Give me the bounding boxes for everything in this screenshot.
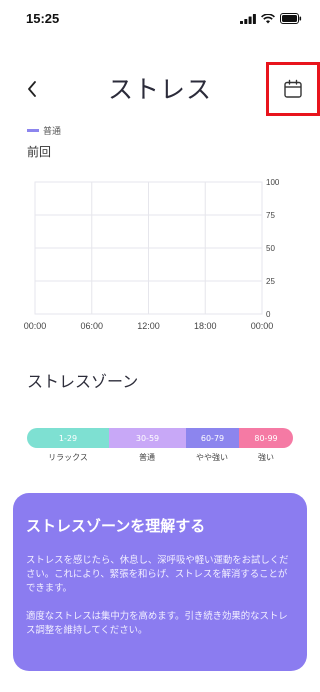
info-card-paragraph-1: ストレスを感じたら、休息し、深呼吸や軽い運動をお試しください。これにより、緊張を… <box>26 555 289 594</box>
status-time: 15:25 <box>26 11 60 26</box>
zone-segment-normal: 30-59 <box>109 428 186 448</box>
calendar-icon <box>284 79 302 98</box>
calendar-button[interactable] <box>266 62 320 116</box>
zone-range-relax: 1-29 <box>58 433 78 443</box>
legend-swatch <box>27 129 39 132</box>
info-card: ストレスゾーンを理解する ストレスを感じたら、休息し、深呼吸や軽い運動をお試しく… <box>13 493 307 671</box>
zone-segment-slightly-high: 60-79 <box>186 428 239 448</box>
chart-y-tick-label: 0 <box>266 310 271 319</box>
chart-legend: 普通 <box>27 124 61 137</box>
zone-range-normal: 30-59 <box>135 433 160 443</box>
chart-x-tick-label: 00:00 <box>24 321 47 331</box>
chart-y-tick-label: 25 <box>266 277 275 286</box>
zone-label-slightly-high: やや強い <box>196 453 228 462</box>
stress-chart: 00:00 06:00 12:00 18:00 00:00 100 75 50 25 0 <box>24 178 280 331</box>
stress-zone-title: ストレスゾーン <box>27 372 139 391</box>
chart-x-tick-label: 18:00 <box>194 321 217 331</box>
chart-x-tick-label: 00:00 <box>251 321 274 331</box>
signal-icon <box>240 13 256 24</box>
status-bar: 15:25 <box>0 0 320 40</box>
zone-range-slightly-high: 60-79 <box>200 433 225 443</box>
legend-label: 普通 <box>43 127 62 137</box>
chart-x-tick-label: 12:00 <box>137 321 160 331</box>
info-card-title: ストレスゾーンを理解する <box>26 517 206 535</box>
zone-segment-high: 80-99 <box>239 428 293 448</box>
info-card-paragraph-2: 適度なストレスは集中力を高めます。引き続き効果的なストレス調整を維持してください… <box>26 611 288 636</box>
battery-icon <box>280 13 302 24</box>
zone-label-high: 強い <box>258 453 274 462</box>
chart-x-tick-label: 06:00 <box>80 321 103 331</box>
chart-y-tick-label: 100 <box>266 178 280 187</box>
zone-label-normal: 普通 <box>139 453 155 462</box>
period-label: 前回 <box>27 145 52 159</box>
zone-range-high: 80-99 <box>254 433 278 443</box>
zone-segment-relax: 1-29 <box>27 428 109 448</box>
chart-y-tick-label: 75 <box>266 211 275 220</box>
chart-y-tick-label: 50 <box>266 244 275 253</box>
stress-zone-bar: 1-29 30-59 60-79 80-99 <box>27 428 293 448</box>
zone-label-relax: リラックス <box>48 453 88 462</box>
status-icons <box>240 13 302 24</box>
zone-labels: リラックス 普通 やや強い 強い <box>27 452 293 466</box>
wifi-icon <box>261 13 275 23</box>
